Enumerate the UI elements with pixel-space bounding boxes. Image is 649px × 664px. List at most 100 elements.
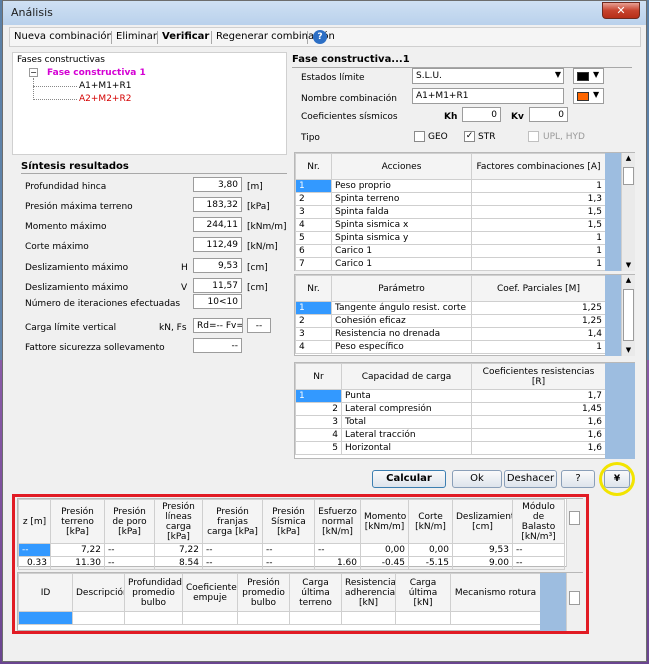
scroll-up-icon[interactable]: ▲ xyxy=(622,154,635,162)
table-row[interactable]: 2 Lateral compresión 1,45 xyxy=(295,402,606,416)
tree-node-combination-1[interactable]: A1+M1+R1 xyxy=(79,81,131,91)
title-bar[interactable]: Análisis ✕ xyxy=(3,1,646,25)
close-button[interactable]: ✕ xyxy=(602,2,640,19)
table-row[interactable]: 2 Spinta terreno 1,3 xyxy=(295,192,606,206)
help-button[interactable]: ? xyxy=(561,470,595,488)
new-combination-button[interactable]: Nueva combinación xyxy=(14,31,113,42)
scroll-down-icon[interactable]: ▼ xyxy=(622,346,635,354)
calculate-button[interactable]: Calcular xyxy=(372,470,446,488)
table-row[interactable]: 1 Punta 1,7 xyxy=(295,389,606,403)
table-row[interactable]: 4 Spinta sismica x 1,5 xyxy=(295,218,606,232)
capacity-grid: Nr Capacidad de carga Coeficientes resis… xyxy=(294,362,635,459)
parameters-scrollbar[interactable]: ▲ ▼ xyxy=(621,275,635,356)
table-row[interactable]: 3 Spinta falda 1,5 xyxy=(295,205,606,219)
analysis-window: Análisis ✕ Nueva combinación Eliminar Ve… xyxy=(2,0,647,662)
highlight-frame xyxy=(12,494,589,634)
actions-scrollbar[interactable]: ▲ ▼ xyxy=(621,153,635,271)
undo-button[interactable]: Deshacer xyxy=(504,470,557,488)
col-parametro: Parámetro xyxy=(331,275,472,302)
table-cell: Spinta falda xyxy=(331,205,472,219)
table-cell: 4 xyxy=(295,218,332,232)
table-cell: Cohesión eficaz xyxy=(331,314,472,328)
synthesis-value: 183,32 xyxy=(193,197,242,212)
combination-name-input[interactable]: A1+M1+R1 xyxy=(412,88,564,104)
limit-states-select[interactable]: S.L.U. ▼ xyxy=(412,68,564,84)
table-cell: 1 xyxy=(471,244,606,258)
table-cell: 1 xyxy=(295,179,332,193)
col-capacidad: Capacidad de carga xyxy=(341,363,472,390)
kh-input[interactable]: 0 xyxy=(462,107,501,122)
window-title: Análisis xyxy=(11,6,53,19)
limit-states-label: Estados límite xyxy=(301,73,365,83)
synthesis-label: Momento máximo xyxy=(25,222,107,232)
table-cell: Spinta sismica x xyxy=(331,218,472,232)
table-cell: 7 xyxy=(295,257,332,271)
table-cell: Lateral compresión xyxy=(341,402,472,416)
col-nr: Nr. xyxy=(295,153,332,180)
table-cell: 1,4 xyxy=(471,327,606,341)
upl-hyd-checkbox[interactable] xyxy=(528,131,539,142)
table-cell: Total xyxy=(341,415,472,429)
tree-node-combination-2[interactable]: A2+M2+R2 xyxy=(79,94,131,104)
table-row[interactable]: 4 Lateral tracción 1,6 xyxy=(295,428,606,442)
table-row[interactable]: 5 Horizontal 1,6 xyxy=(295,441,606,455)
table-cell: 1 xyxy=(295,389,342,403)
ok-button[interactable]: Ok xyxy=(452,470,502,488)
table-row[interactable]: 2 Cohesión eficaz 1,25 xyxy=(295,314,606,328)
verify-button[interactable]: Verificar xyxy=(162,31,209,42)
color-picker-2[interactable]: ▼ xyxy=(573,88,604,104)
tree-root-node[interactable]: Fase constructiva 1 xyxy=(47,68,146,78)
seismic-coefficients-label: Coeficientes sísmicos xyxy=(301,112,398,122)
table-cell: 1,3 xyxy=(471,192,606,206)
table-row[interactable]: 1 Tangente ángulo resist. corte 1,25 xyxy=(295,301,606,315)
grid-blank-area xyxy=(605,275,621,356)
help-icon[interactable]: ? xyxy=(313,30,327,44)
table-cell: 1,25 xyxy=(471,301,606,315)
table-row[interactable]: 1 Peso proprio 1 xyxy=(295,179,606,193)
table-row[interactable]: 3 Resistencia no drenada 1,4 xyxy=(295,327,606,341)
delete-button[interactable]: Eliminar xyxy=(116,31,157,42)
table-cell: Horizontal xyxy=(341,441,472,455)
table-cell: 1 xyxy=(295,301,332,315)
chevron-down-icon: ▼ xyxy=(593,90,600,99)
synthesis-unit: [kNm/m] xyxy=(247,222,287,232)
table-cell: Carico 1 xyxy=(331,257,472,271)
synthesis-prefix: V xyxy=(181,283,188,293)
synthesis-label: Deslizamiento máximo xyxy=(25,263,129,273)
scroll-down-icon[interactable]: ▼ xyxy=(622,261,635,269)
table-cell: Spinta terreno xyxy=(331,192,472,206)
kv-label: Kv xyxy=(511,112,524,122)
synthesis-label: Fattore sicurezza sollevamento xyxy=(25,343,165,353)
tree-collapse-icon[interactable]: − xyxy=(29,68,38,77)
table-cell: 1 xyxy=(471,179,606,193)
synthesis-title: Síntesis resultados xyxy=(21,161,129,172)
geo-checkbox[interactable] xyxy=(414,131,425,142)
color-swatch xyxy=(577,72,589,81)
table-cell: 5 xyxy=(295,441,342,455)
geo-label: GEO xyxy=(428,132,448,142)
str-checkbox[interactable]: ✓ xyxy=(464,131,475,142)
table-row[interactable]: 3 Total 1,6 xyxy=(295,415,606,429)
synthesis-label: Deslizamiento máximo xyxy=(25,283,129,293)
toolbar-separator xyxy=(307,31,308,44)
scroll-thumb[interactable] xyxy=(623,289,634,341)
kv-input[interactable]: 0 xyxy=(529,107,568,122)
col-acciones: Acciones xyxy=(331,153,472,180)
toolbar-separator xyxy=(211,31,212,44)
table-cell: 2 xyxy=(295,402,342,416)
table-row[interactable]: 7 Carico 11 xyxy=(295,257,606,271)
table-cell: 1,6 xyxy=(471,441,606,455)
scroll-up-icon[interactable]: ▲ xyxy=(622,276,635,284)
scroll-thumb[interactable] xyxy=(623,167,634,185)
table-row[interactable]: 4 Peso específico 1 xyxy=(295,340,606,354)
table-cell: 1,5 xyxy=(471,218,606,232)
synthesis-divider xyxy=(21,173,287,174)
table-cell: 1 xyxy=(471,340,606,354)
table-row[interactable]: 5 Spinta sismica y1 xyxy=(295,231,606,245)
table-cell: Punta xyxy=(341,389,472,403)
synthesis-unit: [m] xyxy=(247,182,263,192)
table-row[interactable]: 6 Carico 11 xyxy=(295,244,606,258)
color-picker-1[interactable]: ▼ xyxy=(573,68,604,84)
str-label: STR xyxy=(478,132,496,142)
limit-states-value: S.L.U. xyxy=(416,71,442,81)
